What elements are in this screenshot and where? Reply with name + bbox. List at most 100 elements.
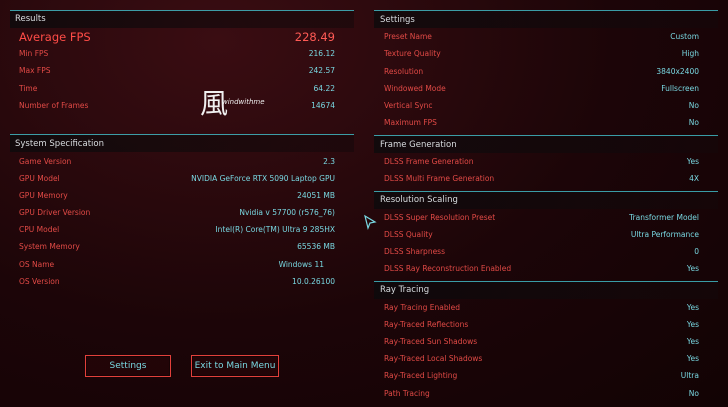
result-value: 64.22 (313, 83, 335, 93)
mouse-cursor-icon (364, 214, 377, 230)
res-scaling-value: Yes (686, 263, 699, 273)
frame-gen-row: DLSS Multi Frame Generation 4X (384, 171, 699, 185)
settings-row: Preset Name Custom (384, 29, 699, 43)
ray-tracing-label: Ray-Traced Lighting (384, 370, 458, 380)
res-scaling-label: DLSS Quality (384, 229, 433, 239)
settings-button[interactable]: Settings (85, 355, 171, 377)
watermark-logo: 風 windwithme (200, 82, 265, 122)
settings-value: Fullscreen (661, 83, 699, 93)
system-row: OS Version 10.0.26100 (19, 274, 335, 288)
settings-label: Maximum FPS (384, 117, 437, 127)
res-scaling-title: Resolution Scaling (380, 195, 458, 205)
system-row: CPU Model Intel(R) Core(TM) Ultra 9 285H… (19, 222, 335, 236)
res-scaling-label: DLSS Super Resolution Preset (384, 212, 496, 222)
settings-row: Windowed Mode Fullscreen (384, 81, 699, 95)
average-fps-row: Average FPS 228.49 (19, 29, 335, 44)
frame-gen-label: DLSS Multi Frame Generation (384, 173, 495, 183)
settings-row: Texture Quality High (384, 46, 699, 60)
system-value: Intel(R) Core(TM) Ultra 9 285HX (215, 224, 335, 234)
ray-tracing-value: Yes (686, 353, 699, 363)
settings-row: Vertical Sync No (384, 98, 699, 112)
result-label: Number of Frames (19, 100, 89, 110)
result-label: Time (19, 83, 38, 93)
system-label: GPU Driver Version (19, 207, 91, 217)
ray-tracing-label: Path Tracing (384, 388, 430, 398)
system-label: GPU Model (19, 173, 60, 183)
settings-value: High (681, 48, 699, 58)
res-scaling-row: DLSS Sharpness 0 (384, 244, 699, 258)
system-value: 10.0.26100 (292, 276, 335, 286)
res-scaling-row: DLSS Super Resolution Preset Transformer… (384, 210, 699, 224)
settings-label: Vertical Sync (384, 100, 433, 110)
frame-gen-value: 4X (689, 173, 699, 183)
system-label: GPU Memory (19, 190, 68, 200)
ray-tracing-title: Ray Tracing (380, 285, 430, 295)
system-label: CPU Model (19, 224, 60, 234)
settings-label: Windowed Mode (384, 83, 446, 93)
ray-tracing-label: Ray-Traced Sun Shadows (384, 336, 478, 346)
res-scaling-label: DLSS Sharpness (384, 246, 445, 256)
settings-value: 3840x2400 (656, 66, 699, 76)
result-row: Min FPS 216.12 (19, 46, 335, 60)
system-value: 2.3 (323, 156, 335, 166)
results-title: Results (15, 14, 46, 24)
settings-title: Settings (380, 15, 415, 25)
settings-value: No (688, 117, 699, 127)
ray-tracing-row: Path Tracing No (384, 386, 699, 400)
settings-row: Resolution 3840x2400 (384, 64, 699, 78)
frame-gen-row: DLSS Frame Generation Yes (384, 154, 699, 168)
ray-tracing-row: Ray-Traced Sun Shadows Yes (384, 334, 699, 348)
result-row: Time 64.22 (19, 81, 335, 95)
average-fps-value: 228.49 (294, 29, 335, 44)
ray-tracing-label: Ray-Traced Local Shadows (384, 353, 483, 363)
settings-label: Texture Quality (384, 48, 441, 58)
result-value: 242.57 (308, 65, 335, 75)
frame-gen-title: Frame Generation (380, 140, 457, 150)
ray-tracing-value: Yes (686, 302, 699, 312)
ray-tracing-row: Ray-Traced Local Shadows Yes (384, 351, 699, 365)
system-label: System Memory (19, 241, 80, 251)
settings-row: Maximum FPS No (384, 115, 699, 129)
system-value: Nvidia v 57700 (r576_76) (239, 207, 335, 217)
ray-tracing-row: Ray-Traced Lighting Ultra (384, 368, 699, 382)
res-scaling-row: DLSS Quality Ultra Performance (384, 227, 699, 241)
settings-value: No (688, 100, 699, 110)
system-row: OS Name Windows 11 (19, 257, 335, 271)
result-row: Max FPS 242.57 (19, 63, 335, 77)
exit-to-main-menu-button[interactable]: Exit to Main Menu (191, 355, 279, 377)
system-value: 65536 MB (297, 241, 335, 251)
system-row: GPU Memory 24051 MB (19, 188, 335, 202)
res-scaling-value: Ultra Performance (630, 229, 699, 239)
ray-tracing-value: Ultra (680, 370, 699, 380)
result-label: Max FPS (19, 65, 51, 75)
system-title: System Specification (15, 139, 104, 149)
watermark-text: windwithme (222, 98, 265, 106)
ray-tracing-row: Ray-Traced Reflections Yes (384, 317, 699, 331)
frame-gen-value: Yes (686, 156, 699, 166)
res-scaling-value: 0 (694, 246, 699, 256)
settings-header-band (374, 11, 718, 28)
system-row: System Memory 65536 MB (19, 239, 335, 253)
settings-value: Custom (670, 31, 699, 41)
ray-tracing-value: No (688, 388, 699, 398)
system-row: GPU Driver Version Nvidia v 57700 (r576_… (19, 205, 335, 219)
system-row: GPU Model NVIDIA GeForce RTX 5090 Laptop… (19, 171, 335, 185)
ray-tracing-label: Ray Tracing Enabled (384, 302, 461, 312)
frame-gen-label: DLSS Frame Generation (384, 156, 474, 166)
result-value: 14674 (311, 100, 335, 110)
system-value: NVIDIA GeForce RTX 5090 Laptop GPU (191, 173, 335, 183)
result-row: Number of Frames 14674 (19, 98, 335, 112)
settings-label: Resolution (384, 66, 424, 76)
system-label: OS Version (19, 276, 60, 286)
system-value: 24051 MB (297, 190, 335, 200)
res-scaling-row: DLSS Ray Reconstruction Enabled Yes (384, 261, 699, 275)
result-value: 216.12 (308, 48, 335, 58)
system-value: Windows 11 (278, 259, 324, 269)
res-scaling-value: Transformer Model (629, 212, 699, 222)
average-fps-label: Average FPS (19, 29, 91, 44)
system-label: Game Version (19, 156, 72, 166)
settings-label: Preset Name (384, 31, 432, 41)
system-label: OS Name (19, 259, 55, 269)
system-row: Game Version 2.3 (19, 154, 335, 168)
res-scaling-label: DLSS Ray Reconstruction Enabled (384, 263, 512, 273)
